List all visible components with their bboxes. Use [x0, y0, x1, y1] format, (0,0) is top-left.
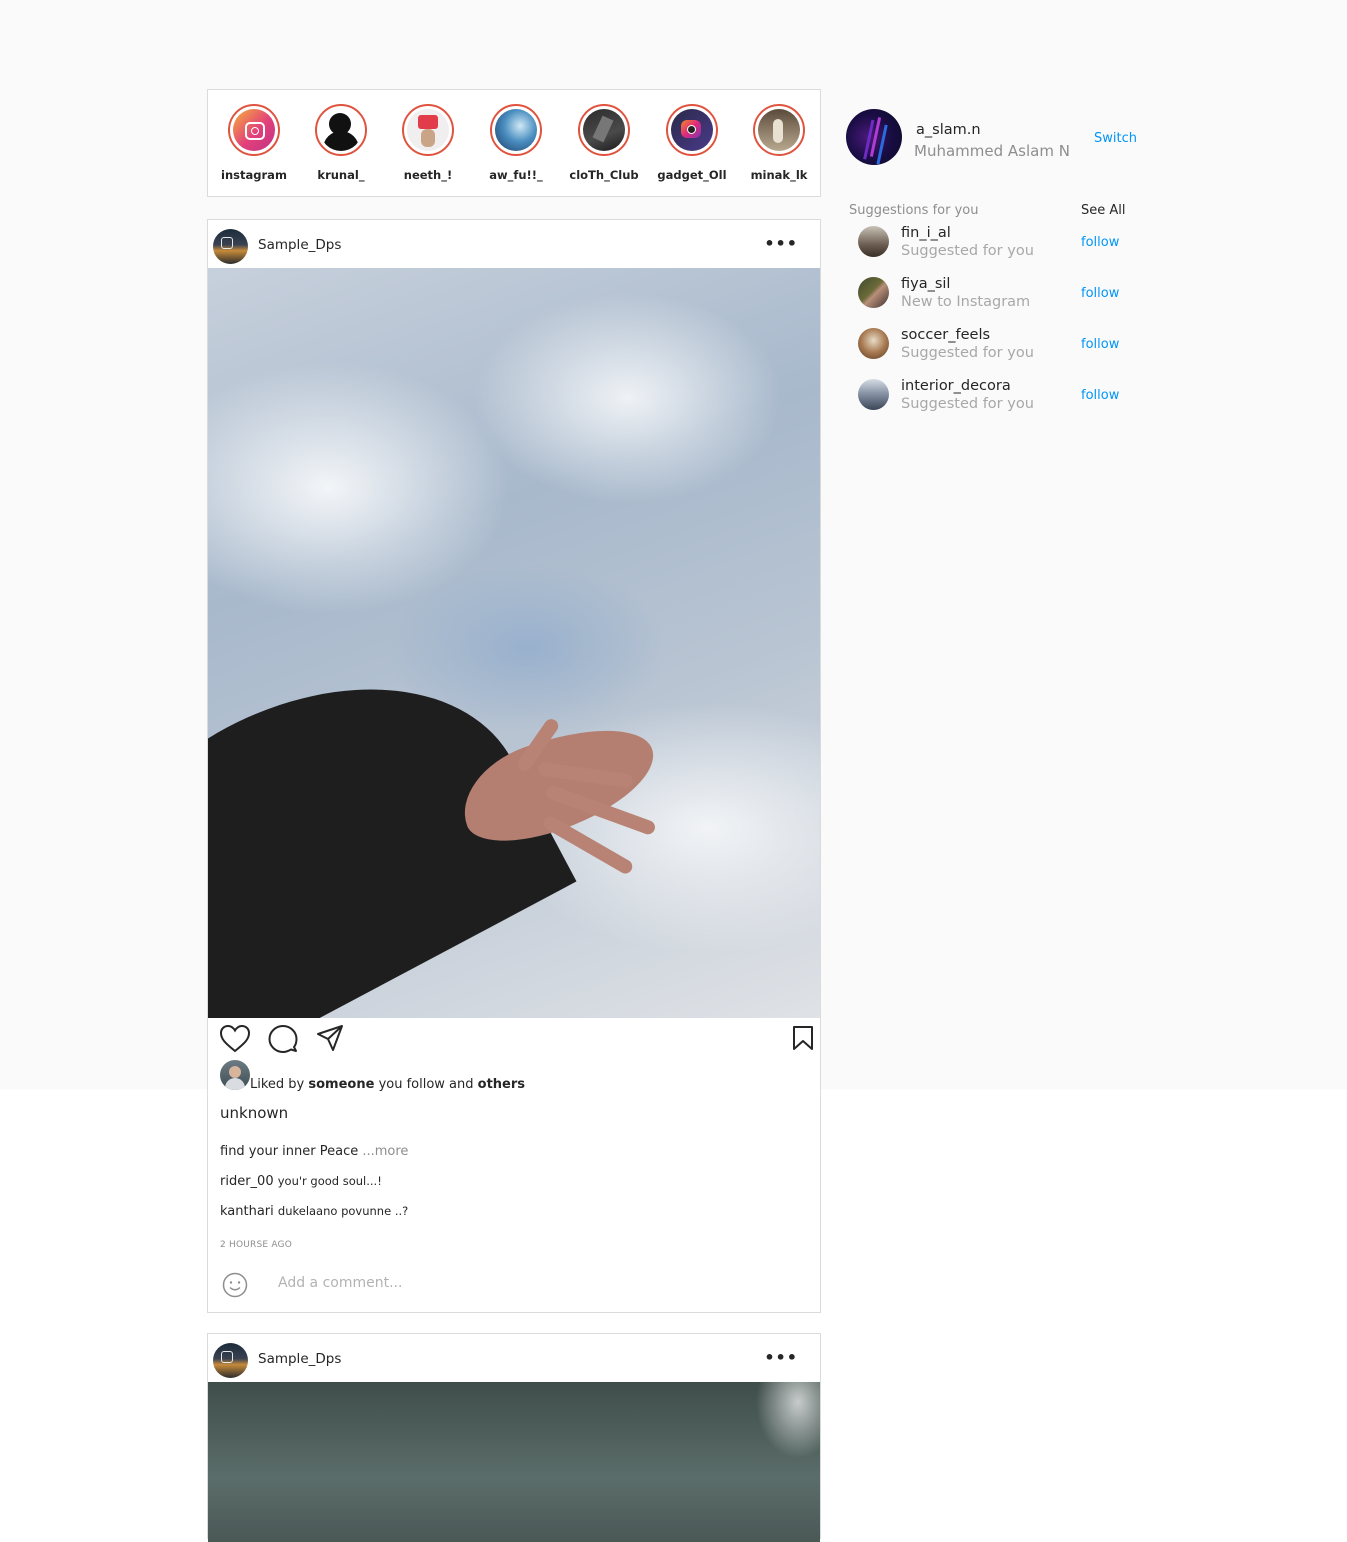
- story-ring: [490, 104, 542, 156]
- suggestion-reason: Suggested for you: [901, 243, 1034, 259]
- follow-button[interactable]: follow: [1081, 235, 1119, 250]
- post-card: Sample_Dps •••: [207, 1333, 821, 1542]
- post-image[interactable]: [208, 1382, 820, 1542]
- suggestion-item: fin_i_al Suggested for you follow: [858, 225, 1148, 270]
- more-options-icon[interactable]: •••: [764, 234, 798, 253]
- liked-middle: you follow and: [374, 1077, 478, 1092]
- more-options-icon[interactable]: •••: [764, 1348, 798, 1367]
- add-comment-input[interactable]: [276, 1274, 740, 1292]
- current-user-username[interactable]: a_slam.n: [916, 122, 981, 138]
- suggestion-avatar[interactable]: [858, 277, 889, 308]
- comment-username[interactable]: kanthari: [220, 1204, 274, 1219]
- hand-shape: [421, 129, 435, 147]
- suggestion-item: soccer_feels Suggested for you follow: [858, 327, 1148, 372]
- suggestion-avatar[interactable]: [858, 379, 889, 410]
- suggestion-reason: Suggested for you: [901, 345, 1034, 361]
- story-ring: [578, 104, 630, 156]
- story-username: neeth_!: [403, 168, 453, 182]
- story-username: aw_fu!!_: [489, 168, 543, 182]
- instagram-logo-icon: [221, 1351, 233, 1363]
- story-item[interactable]: gadget_Oll: [652, 104, 732, 182]
- camera-lens: [687, 125, 696, 134]
- suggestion-username[interactable]: fin_i_al: [901, 225, 951, 241]
- switch-account-link[interactable]: Switch: [1094, 131, 1137, 146]
- story-avatar: [495, 109, 537, 151]
- story-item[interactable]: minak_lk: [739, 104, 819, 182]
- liker-avatar[interactable]: [220, 1060, 250, 1090]
- caption-text: find your inner Peace: [220, 1144, 363, 1159]
- post-card: Sample_Dps ••• Liked by someone you foll…: [207, 219, 821, 1313]
- suggestion-item: fiya_sil New to Instagram follow: [858, 276, 1148, 321]
- story-avatar: [407, 109, 449, 151]
- instagram-logo-icon: [221, 237, 233, 249]
- story-username: cloTh_Club: [569, 168, 639, 182]
- post-author-avatar[interactable]: [213, 1343, 248, 1378]
- comment-item: rider_00 you'r good soul...!: [220, 1174, 382, 1189]
- story-item[interactable]: aw_fu!!_: [476, 104, 556, 182]
- post-header: Sample_Dps •••: [208, 1334, 820, 1382]
- story-username: gadget_Oll: [657, 168, 727, 182]
- story-avatar: [671, 109, 713, 151]
- liked-prefix: Liked by: [250, 1077, 309, 1092]
- see-all-link[interactable]: See All: [1081, 203, 1126, 218]
- story-ring: [315, 104, 367, 156]
- liked-someone-link[interactable]: someone: [308, 1077, 374, 1092]
- follow-button[interactable]: follow: [1081, 286, 1119, 301]
- post-author-username[interactable]: Sample_Dps: [258, 1351, 341, 1367]
- story-avatar: [233, 109, 275, 151]
- current-user-fullname: Muhammed Aslam N: [914, 142, 1070, 160]
- post-author-avatar[interactable]: [213, 229, 248, 264]
- suggestion-avatar[interactable]: [858, 328, 889, 359]
- suggestion-avatar[interactable]: [858, 226, 889, 257]
- comment-username[interactable]: rider_00: [220, 1174, 274, 1189]
- suggestion-username[interactable]: soccer_feels: [901, 327, 990, 343]
- stories-bar: instagram krunal_ neeth_! aw_fu!!_ cloTh…: [207, 89, 821, 197]
- liked-by-text: Liked by someone you follow and others: [250, 1077, 525, 1092]
- emoji-smile-icon[interactable]: [222, 1272, 248, 1298]
- story-ring: [402, 104, 454, 156]
- liked-others-link[interactable]: others: [478, 1077, 525, 1092]
- story-item[interactable]: krunal_: [301, 104, 381, 182]
- story-ring: [666, 104, 718, 156]
- suggestion-username[interactable]: fiya_sil: [901, 276, 950, 292]
- post-timestamp: 2 HOURSE AGO: [220, 1240, 292, 1250]
- story-item[interactable]: instagram: [214, 104, 294, 182]
- post-caption: find your inner Peace ...more: [220, 1144, 408, 1159]
- silhouette-body: [323, 131, 359, 151]
- story-ring: [753, 104, 805, 156]
- follow-button[interactable]: follow: [1081, 388, 1119, 403]
- comment-text: dukelaano povunne ..?: [277, 1204, 409, 1218]
- story-avatar: [758, 109, 800, 151]
- post-location[interactable]: unknown: [220, 1104, 288, 1122]
- lens-icon: [251, 127, 259, 135]
- comment-item: kanthari dukelaano povunne ..?: [220, 1204, 408, 1219]
- follow-button[interactable]: follow: [1081, 337, 1119, 352]
- suggestion-reason: Suggested for you: [901, 396, 1034, 412]
- figure-shape: [773, 119, 783, 143]
- suggestion-reason: New to Instagram: [901, 294, 1031, 310]
- story-item[interactable]: neeth_!: [388, 104, 468, 182]
- heart-sign-icon: [418, 115, 438, 129]
- current-user-avatar[interactable]: [846, 109, 902, 165]
- suggestion-item: interior_decora Suggested for you follow: [858, 378, 1148, 423]
- story-avatar: [583, 109, 625, 151]
- story-ring: [228, 104, 280, 156]
- suggestion-username[interactable]: interior_decora: [901, 378, 1011, 394]
- comment-text: you'r good soul...!: [277, 1174, 382, 1188]
- post-body: Liked by someone you follow and others u…: [208, 1016, 820, 1312]
- story-item[interactable]: cloTh_Club: [564, 104, 644, 182]
- story-avatar: [320, 109, 362, 151]
- story-username: instagram: [221, 168, 287, 182]
- caption-more-link[interactable]: ...more: [362, 1144, 408, 1159]
- add-comment-row: [208, 1262, 820, 1312]
- post-author-username[interactable]: Sample_Dps: [258, 237, 341, 253]
- post-header: Sample_Dps •••: [208, 220, 820, 268]
- post-image[interactable]: [208, 268, 820, 1018]
- story-username: minak_lk: [750, 168, 808, 182]
- bag-shape: [592, 115, 614, 143]
- story-username: krunal_: [317, 168, 365, 182]
- suggestions-heading: Suggestions for you: [849, 203, 979, 218]
